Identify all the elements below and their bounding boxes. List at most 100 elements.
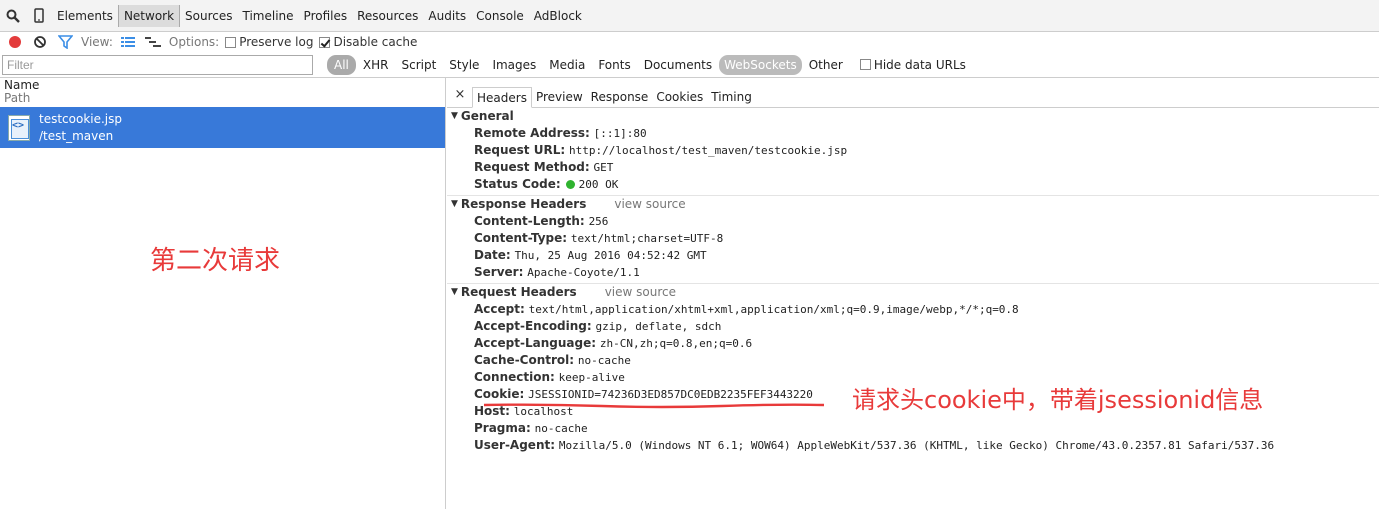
header-row: Content-Type: text/html;charset=UTF-8 — [447, 230, 1379, 247]
hide-data-urls-box[interactable] — [859, 59, 871, 70]
clear-button[interactable] — [30, 32, 50, 52]
header-row: Request URL: http://localhost/test_maven… — [447, 142, 1379, 159]
tab-timing[interactable]: Timing — [707, 87, 756, 108]
header-key: Connection: — [474, 370, 555, 384]
inspect-search-button[interactable] — [0, 0, 26, 32]
header-key: Date: — [474, 248, 511, 262]
filter-type-script[interactable]: Script — [395, 55, 442, 75]
disable-cache-box[interactable] — [319, 36, 331, 48]
header-row: Remote Address: [::1]:80 — [447, 125, 1379, 142]
tab-preview[interactable]: Preview — [532, 87, 587, 108]
response-headers-section-header[interactable]: ▼ Response Headers view source — [447, 196, 1379, 213]
header-value: JSESSIONID=74236D3ED857DC0EDB2235FEF3443… — [528, 388, 813, 401]
expand-triangle-icon: ▼ — [451, 111, 458, 121]
header-value: text/html;charset=UTF-8 — [570, 232, 724, 245]
status-ok-icon — [565, 180, 575, 189]
view-label: View: — [81, 35, 113, 49]
filter-type-all[interactable]: All — [327, 54, 356, 75]
options-label: Options: — [168, 35, 220, 49]
header-key: Request Method: — [474, 160, 590, 174]
header-row: Accept: text/html,application/xhtml+xml,… — [447, 301, 1379, 318]
general-section-header[interactable]: ▼ General — [447, 108, 1379, 125]
request-row[interactable]: <> testcookie.jsp /test_maven — [0, 107, 445, 148]
tab-headers[interactable]: Headers — [472, 87, 532, 108]
filter-type-images[interactable]: Images — [486, 55, 542, 75]
filter-icon — [57, 35, 73, 49]
header-row: Date: Thu, 25 Aug 2016 04:52:42 GMT — [447, 247, 1379, 264]
response-view-source-link[interactable]: view source — [614, 196, 685, 213]
tab-timeline[interactable]: Timeline — [238, 5, 299, 27]
expand-triangle-icon: ▼ — [451, 287, 458, 297]
annotation-second-request: 第二次请求 — [150, 246, 281, 276]
tab-elements[interactable]: Elements — [52, 5, 118, 27]
name-header-label: Name — [4, 78, 40, 92]
tab-response[interactable]: Response — [587, 87, 653, 108]
tab-resources[interactable]: Resources — [352, 5, 423, 27]
header-value: no-cache — [577, 354, 631, 367]
request-view-source-link[interactable]: view source — [605, 284, 676, 301]
filter-toggle-button[interactable] — [55, 32, 75, 52]
close-detail-button[interactable]: × — [453, 85, 467, 107]
name-column-header[interactable]: Name Path — [0, 78, 445, 107]
disable-cache-label: Disable cache — [333, 35, 418, 49]
request-name: testcookie.jsp — [39, 111, 123, 126]
disable-cache-checkbox[interactable]: Disable cache — [319, 35, 417, 49]
header-value: 200 OK — [578, 178, 619, 191]
filter-type-fonts[interactable]: Fonts — [592, 55, 636, 75]
path-header-label: Path — [4, 91, 31, 105]
header-value: Thu, 25 Aug 2016 04:52:42 GMT — [514, 249, 707, 262]
header-value: Apache-Coyote/1.1 — [527, 266, 640, 279]
tab-profiles[interactable]: Profiles — [299, 5, 353, 27]
header-key: Status Code: — [474, 177, 561, 191]
filter-type-websockets[interactable]: WebSockets — [719, 54, 802, 75]
filter-input[interactable] — [2, 54, 313, 75]
hide-data-urls-checkbox[interactable]: Hide data URLs — [859, 57, 966, 72]
record-button[interactable] — [5, 32, 25, 52]
filter-type-documents[interactable]: Documents — [638, 55, 718, 75]
header-value: [::1]:80 — [593, 127, 647, 140]
expand-triangle-icon: ▼ — [451, 199, 458, 209]
preserve-log-box[interactable] — [225, 36, 237, 48]
device-icon — [34, 8, 44, 23]
header-key: Accept-Language: — [474, 336, 597, 350]
filter-type-media[interactable]: Media — [543, 55, 591, 75]
overview-button[interactable] — [143, 32, 163, 52]
header-key: Accept: — [474, 302, 525, 316]
header-key: User-Agent: — [474, 438, 556, 452]
tab-sources[interactable]: Sources — [180, 5, 237, 27]
header-value: http://localhost/test_maven/testcookie.j… — [568, 144, 848, 157]
header-key: Content-Length: — [474, 214, 585, 228]
header-value: zh-CN,zh;q=0.8,en;q=0.6 — [599, 337, 753, 350]
filter-type-style[interactable]: Style — [443, 55, 485, 75]
header-key: Server: — [474, 265, 524, 279]
response-headers-title: Response Headers — [460, 197, 587, 211]
device-mode-button[interactable] — [26, 0, 52, 32]
header-key: Accept-Encoding: — [474, 319, 592, 333]
network-toolbar: View: Options: Preserve log Disable cach… — [0, 32, 1379, 52]
detail-tab-bar: × Headers Preview Response Cookies Timin… — [447, 78, 1379, 108]
filter-type-other[interactable]: Other — [803, 55, 849, 75]
request-headers-title: Request Headers — [460, 285, 577, 299]
tab-audits[interactable]: Audits — [423, 5, 471, 27]
tab-console[interactable]: Console — [471, 5, 529, 27]
header-value: gzip, deflate, sdch — [595, 320, 722, 333]
large-rows-button[interactable] — [118, 32, 138, 52]
tab-adblock[interactable]: AdBlock — [529, 5, 587, 27]
header-value: Mozilla/5.0 (Windows NT 6.1; WOW64) Appl… — [558, 439, 1275, 452]
header-key: Cache-Control: — [474, 353, 575, 367]
tab-cookies[interactable]: Cookies — [652, 87, 707, 108]
request-headers-section: ▼ Request Headers view source Accept: te… — [447, 284, 1379, 456]
header-value: keep-alive — [558, 371, 625, 384]
preserve-log-checkbox[interactable]: Preserve log — [225, 35, 313, 49]
header-key: Request URL: — [474, 143, 566, 157]
header-row: Status Code: 200 OK — [447, 176, 1379, 193]
tab-network[interactable]: Network — [117, 4, 181, 27]
header-row: Pragma: no-cache — [447, 420, 1379, 437]
hide-data-urls-label: Hide data URLs — [873, 57, 966, 72]
filter-type-xhr[interactable]: XHR — [357, 55, 395, 75]
devtools-tab-bar: Elements Network Sources Timeline Profil… — [0, 0, 1379, 32]
header-row: Request Method: GET — [447, 159, 1379, 176]
header-value: text/html,application/xhtml+xml,applicat… — [528, 303, 1019, 316]
cookie-underline-annotation — [483, 403, 825, 409]
request-headers-section-header[interactable]: ▼ Request Headers view source — [447, 284, 1379, 301]
